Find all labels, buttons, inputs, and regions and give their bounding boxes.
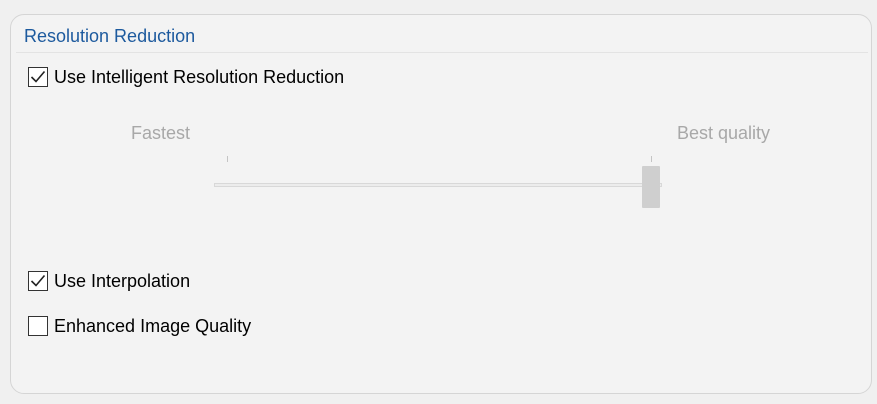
intelligent-reduction-checkbox[interactable] [28,67,48,87]
slider-tick-max [651,156,652,162]
slider-min-label: Fastest [131,123,191,143]
interpolation-label: Use Interpolation [54,271,191,291]
checkmark-icon [30,70,46,83]
checkmark-icon [30,274,46,287]
resolution-reduction-panel: Resolution Reduction Use Intelligent Res… [0,0,877,404]
intelligent-reduction-option[interactable]: Use Intelligent Resolution Reduction [28,65,344,89]
quality-slider-track[interactable] [214,183,662,187]
intelligent-reduction-label: Use Intelligent Resolution Reduction [54,67,345,87]
enhanced-quality-label: Enhanced Image Quality [54,316,252,336]
quality-slider-thumb[interactable] [642,166,660,208]
enhanced-quality-checkbox[interactable] [28,316,48,336]
enhanced-quality-option[interactable]: Enhanced Image Quality [28,314,251,338]
slider-tick-min [227,156,228,162]
group-title: Resolution Reduction [24,26,196,46]
interpolation-option[interactable]: Use Interpolation [28,269,190,293]
interpolation-checkbox[interactable] [28,271,48,291]
title-divider [16,52,868,53]
slider-max-label: Best quality [677,123,771,143]
